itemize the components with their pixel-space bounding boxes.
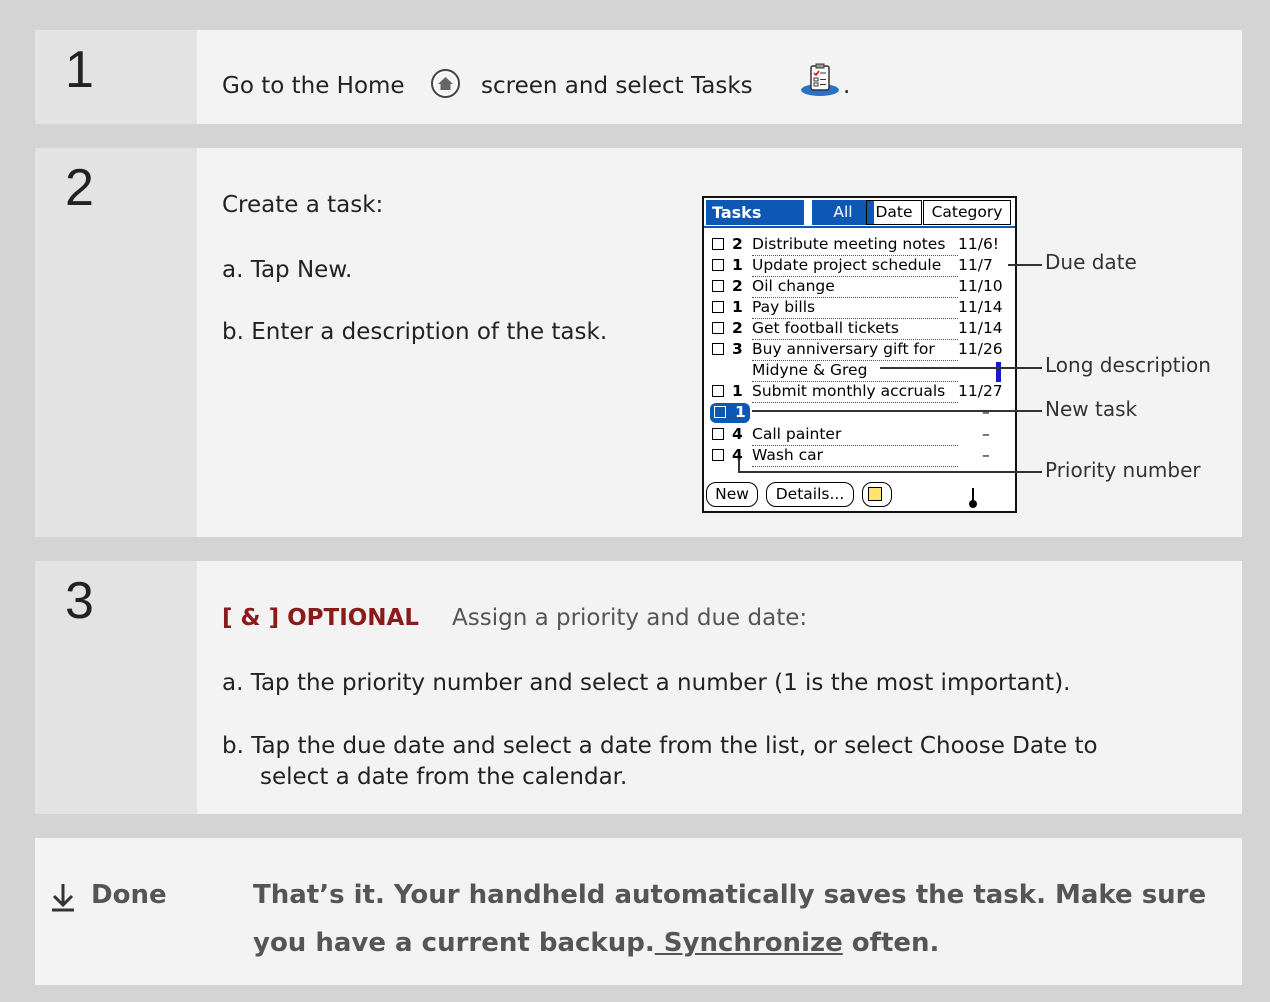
task-description[interactable]: Update project schedule bbox=[752, 255, 958, 277]
task-checkbox[interactable] bbox=[712, 259, 724, 271]
callout-line-priority-number bbox=[738, 471, 1042, 473]
step1-period: . bbox=[843, 73, 851, 99]
step3-heading: Assign a priority and due date: bbox=[452, 605, 808, 631]
task-row[interactable]: 3 Buy anniversary gift for 11/26 bbox=[710, 339, 1010, 361]
title-underline bbox=[704, 226, 1015, 228]
callout-vline-priority bbox=[738, 458, 740, 472]
done-line-2-text: you have a current backup. bbox=[253, 928, 655, 958]
task-due-date[interactable]: 11/14 bbox=[958, 318, 1003, 339]
task-due-date[interactable]: 11/6! bbox=[958, 234, 999, 255]
task-priority[interactable]: 1 bbox=[732, 297, 743, 318]
callout-line-long-description bbox=[880, 367, 1042, 369]
task-priority[interactable]: 3 bbox=[732, 339, 743, 360]
task-row[interactable]: 2 Distribute meeting notes 11/6! bbox=[710, 234, 1010, 256]
task-priority[interactable]: 4 bbox=[732, 424, 743, 445]
step1-text-tasks: screen and select Tasks bbox=[481, 73, 753, 99]
text-cursor bbox=[996, 362, 1001, 382]
done-section: Done That’s it. Your handheld automatica… bbox=[35, 838, 1242, 985]
step-number: 2 bbox=[65, 159, 94, 217]
tasks-app-icon bbox=[800, 63, 840, 97]
task-due-date[interactable]: 11/26 bbox=[958, 339, 1003, 360]
task-due-date[interactable]: – bbox=[982, 424, 990, 445]
task-description[interactable]: Buy anniversary gift for bbox=[752, 339, 958, 361]
task-priority[interactable]: 2 bbox=[732, 276, 743, 297]
callout-new-task: New task bbox=[1045, 397, 1138, 421]
task-row-new[interactable]: 1 – bbox=[710, 402, 1010, 423]
step3-item-b-line1: b. Tap the due date and select a date fr… bbox=[222, 733, 1098, 759]
task-description[interactable]: Get football tickets bbox=[752, 318, 958, 340]
optional-tag: [ & ] OPTIONAL bbox=[222, 605, 420, 631]
task-due-date[interactable]: 11/7 bbox=[958, 255, 993, 276]
task-description[interactable]: Oil change bbox=[752, 276, 958, 298]
task-checkbox[interactable] bbox=[712, 428, 724, 440]
task-description[interactable]: Distribute meeting notes bbox=[752, 234, 958, 256]
task-checkbox[interactable] bbox=[712, 280, 724, 292]
step-number-panel: 2 bbox=[35, 148, 197, 537]
task-priority[interactable]: 2 bbox=[732, 234, 743, 255]
step2-item-b: b. Enter a description of the task. bbox=[222, 319, 608, 345]
task-row-continuation[interactable]: Midyne & Greg bbox=[710, 360, 1010, 382]
step2-item-a: a. Tap New. bbox=[222, 257, 353, 283]
task-description[interactable]: Call painter bbox=[752, 424, 958, 446]
synchronize-link[interactable]: Synchronize bbox=[655, 928, 843, 958]
task-priority[interactable]: 1 bbox=[732, 381, 743, 402]
tab-all[interactable]: All bbox=[812, 200, 874, 225]
step3-item-a: a. Tap the priority number and select a … bbox=[222, 670, 1071, 696]
task-priority[interactable]: 1 bbox=[732, 255, 743, 276]
task-description[interactable]: Pay bills bbox=[752, 297, 958, 319]
task-row[interactable]: 1 Update project schedule 11/7 bbox=[710, 255, 1010, 277]
task-checkbox[interactable] bbox=[712, 449, 724, 461]
task-checkbox[interactable] bbox=[714, 406, 726, 418]
step-number: 1 bbox=[65, 41, 94, 99]
task-due-date[interactable]: – bbox=[982, 402, 990, 423]
note-button[interactable] bbox=[862, 482, 892, 507]
scroll-indicator-dot bbox=[969, 500, 977, 508]
task-due-date[interactable]: 11/27 bbox=[958, 381, 1003, 402]
task-description[interactable] bbox=[752, 402, 958, 403]
task-description[interactable]: Wash car bbox=[752, 445, 958, 467]
task-description[interactable]: Midyne & Greg bbox=[752, 360, 958, 382]
done-line-1: That’s it. Your handheld automatically s… bbox=[253, 880, 1207, 910]
task-checkbox[interactable] bbox=[712, 385, 724, 397]
task-due-date[interactable]: – bbox=[982, 445, 990, 466]
callout-line-due-date bbox=[1008, 264, 1042, 266]
tab-category[interactable]: Category bbox=[923, 200, 1011, 225]
task-priority[interactable]: 1 bbox=[735, 402, 746, 423]
step-number-panel: 1 bbox=[35, 30, 197, 124]
task-row[interactable]: 2 Get football tickets 11/14 bbox=[710, 318, 1010, 340]
task-priority[interactable]: 2 bbox=[732, 318, 743, 339]
task-row[interactable]: 1 Pay bills 11/14 bbox=[710, 297, 1010, 319]
note-icon bbox=[868, 487, 882, 501]
down-arrow-icon bbox=[51, 882, 75, 912]
task-description[interactable]: Submit monthly accruals bbox=[752, 381, 958, 403]
task-row[interactable]: 4 Wash car – bbox=[710, 445, 1010, 467]
tab-date[interactable]: Date bbox=[866, 200, 922, 225]
new-button[interactable]: New bbox=[706, 482, 758, 507]
step1-text-home: Go to the Home bbox=[222, 73, 405, 99]
task-row[interactable]: 4 Call painter – bbox=[710, 424, 1010, 446]
task-checkbox[interactable] bbox=[712, 343, 724, 355]
task-checkbox[interactable] bbox=[712, 238, 724, 250]
home-icon bbox=[431, 69, 460, 98]
callout-due-date: Due date bbox=[1045, 250, 1137, 274]
task-row[interactable]: 1 Submit monthly accruals 11/27 bbox=[710, 381, 1010, 403]
callout-priority-number: Priority number bbox=[1045, 458, 1201, 482]
task-row[interactable]: 2 Oil change 11/10 bbox=[710, 276, 1010, 298]
task-due-date[interactable]: 11/10 bbox=[958, 276, 1003, 297]
tasks-title: Tasks bbox=[706, 200, 804, 225]
callout-line-new-task bbox=[752, 410, 1042, 412]
step2-intro: Create a task: bbox=[222, 192, 384, 218]
done-label: Done bbox=[91, 880, 167, 910]
done-line-2: you have a current backup. Synchronize o… bbox=[253, 928, 939, 958]
task-checkbox[interactable] bbox=[712, 322, 724, 334]
callout-long-description: Long description bbox=[1045, 353, 1211, 377]
task-due-date[interactable]: 11/14 bbox=[958, 297, 1003, 318]
step3-item-b-line2: select a date from the calendar. bbox=[260, 764, 628, 790]
task-checkbox[interactable] bbox=[712, 301, 724, 313]
step-number-panel: 3 bbox=[35, 561, 197, 814]
done-line-2-end: often. bbox=[842, 928, 940, 958]
step-number: 3 bbox=[65, 572, 94, 630]
details-button[interactable]: Details... bbox=[766, 482, 854, 507]
tasks-screen: Tasks All Date Category 2 Distribute mee… bbox=[702, 196, 1017, 513]
